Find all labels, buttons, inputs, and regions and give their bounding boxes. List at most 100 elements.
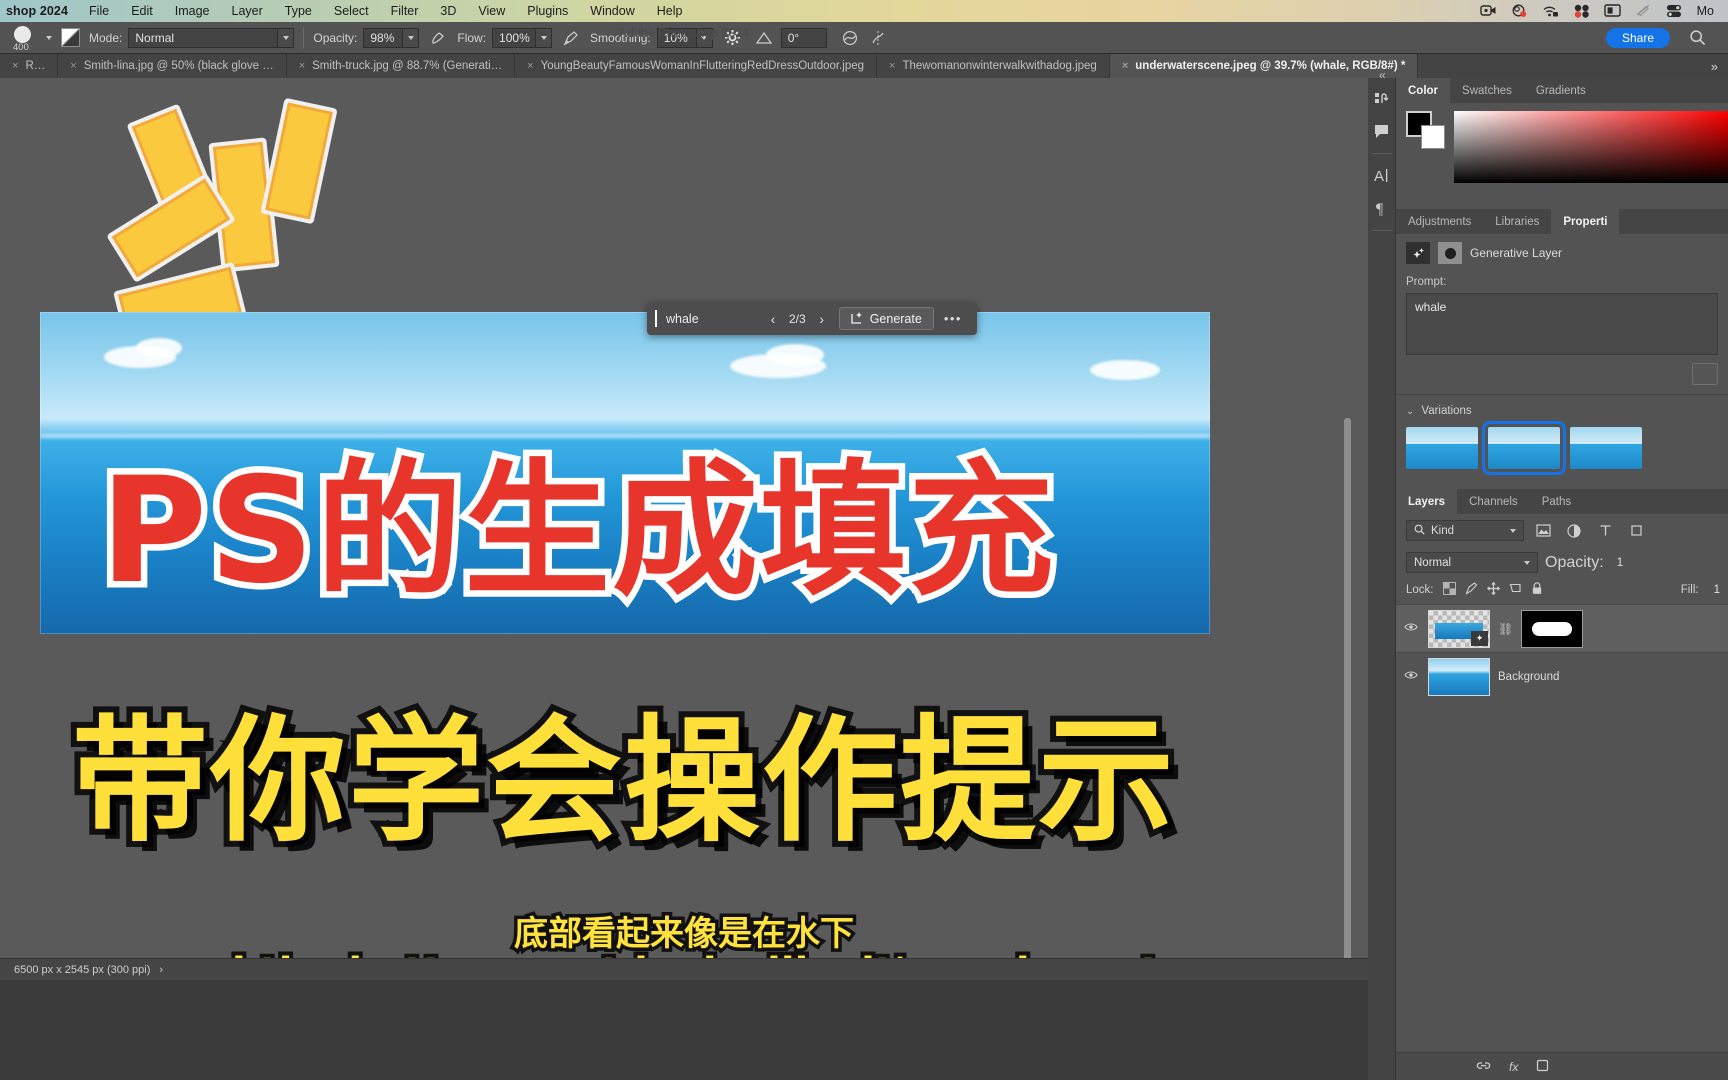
brush-preset-chevron-down-icon[interactable]: [46, 35, 52, 40]
tab-0[interactable]: × R…: [0, 54, 59, 78]
generative-prompt-input[interactable]: whale: [666, 312, 762, 326]
menu-plugins[interactable]: Plugins: [516, 4, 579, 18]
tab-adjustments[interactable]: Adjustments: [1396, 209, 1484, 234]
tab-close-icon[interactable]: ×: [527, 60, 533, 72]
layer-mask-thumbnail[interactable]: [1521, 609, 1584, 648]
layer-thumbnail[interactable]: [1428, 657, 1490, 696]
smoothing-value[interactable]: 10%: [656, 27, 697, 48]
chevron-down-icon[interactable]: [1524, 560, 1530, 565]
tab-gradients[interactable]: Gradients: [1523, 78, 1598, 103]
lock-image-icon[interactable]: [1464, 582, 1478, 598]
history-icon[interactable]: [1369, 84, 1395, 114]
menu-edit[interactable]: Edit: [120, 4, 164, 18]
tab-youngbeauty[interactable]: × YoungBeautyFamousWomanInFlutteringRedD…: [515, 54, 878, 78]
menu-view[interactable]: View: [467, 4, 516, 18]
smoothing-field[interactable]: 10%: [656, 27, 713, 48]
pencil-slash-icon[interactable]: [1635, 3, 1652, 19]
tablet-pressure-icon[interactable]: [560, 27, 582, 49]
more-options-button[interactable]: •••: [934, 311, 970, 326]
tab-close-icon[interactable]: ×: [889, 60, 895, 72]
menu-file[interactable]: File: [78, 4, 120, 18]
tab-close-icon[interactable]: ×: [299, 60, 305, 72]
variations-header[interactable]: ⌄ Variations: [1396, 395, 1728, 425]
wifi-lock-icon[interactable]: [1542, 4, 1559, 19]
brush-settings-icon[interactable]: [61, 28, 80, 47]
menu-window[interactable]: Window: [579, 4, 645, 18]
fill-value[interactable]: 1: [1714, 584, 1720, 596]
lock-all-icon[interactable]: [1531, 582, 1543, 598]
opacity-value[interactable]: 98%: [363, 27, 404, 48]
generate-more-button[interactable]: [1692, 363, 1718, 385]
menu-3d[interactable]: 3D: [429, 4, 467, 18]
brush-preset-icon[interactable]: 400: [0, 22, 46, 54]
lock-position-icon[interactable]: [1486, 582, 1500, 598]
layer-name[interactable]: Background: [1498, 671, 1559, 683]
tab-smith-truck[interactable]: × Smith-truck.jpg @ 88.7% (Generati…: [286, 54, 516, 78]
tab-close-icon[interactable]: ×: [12, 60, 18, 72]
layer-opacity-value[interactable]: 1: [1617, 557, 1623, 569]
menu-image[interactable]: Image: [164, 4, 221, 18]
opacity-chevron-down-icon[interactable]: [403, 27, 420, 48]
tab-overflow-button[interactable]: »: [1700, 54, 1728, 78]
tab-close-icon[interactable]: ×: [1122, 60, 1128, 72]
symmetry-icon[interactable]: [867, 27, 889, 49]
generate-button[interactable]: Generate: [838, 307, 934, 330]
share-button[interactable]: Share: [1605, 28, 1670, 48]
display-mirror-icon[interactable]: [1603, 3, 1621, 19]
search-icon[interactable]: [1689, 29, 1706, 49]
gear-icon[interactable]: [722, 27, 744, 49]
tab-layers[interactable]: Layers: [1396, 489, 1458, 514]
menu-filter[interactable]: Filter: [380, 4, 430, 18]
smoothing-chevron-down-icon[interactable]: [696, 27, 713, 48]
tab-underwaterscene[interactable]: × underwaterscene.jpeg @ 39.7% (whale, R…: [1109, 54, 1419, 78]
link-layers-icon[interactable]: [1476, 1059, 1491, 1075]
previous-variation-button[interactable]: ‹: [762, 311, 784, 327]
lock-artboard-icon[interactable]: [1509, 582, 1522, 598]
lock-transparency-icon[interactable]: [1442, 582, 1456, 598]
menu-select[interactable]: Select: [323, 4, 380, 18]
fx-icon[interactable]: fx: [1509, 1060, 1518, 1074]
app-menu-title[interactable]: shop 2024: [0, 4, 78, 18]
angle-value[interactable]: 0°: [780, 27, 827, 48]
status-expand-arrow[interactable]: ›: [159, 964, 163, 976]
adjustment-filter-icon[interactable]: [1562, 520, 1586, 541]
variation-thumbnail-2[interactable]: [1482, 421, 1566, 475]
airbrush-icon[interactable]: [427, 27, 449, 49]
menu-layer[interactable]: Layer: [221, 4, 274, 18]
comment-icon[interactable]: [1369, 116, 1395, 146]
flow-value[interactable]: 100%: [492, 27, 537, 48]
mode-chevron-down-icon[interactable]: [278, 27, 295, 48]
tab-smith-lina[interactable]: × Smith-lina.jpg @ 50% (black glove …: [58, 54, 287, 78]
layer-visibility-eye-icon[interactable]: [1402, 622, 1420, 635]
shape-filter-icon[interactable]: [1624, 520, 1648, 541]
flow-field[interactable]: 100%: [492, 27, 553, 48]
layer-visibility-eye-icon[interactable]: [1402, 670, 1420, 683]
variation-thumbnail-3[interactable]: [1570, 427, 1642, 469]
layer-kind-filter[interactable]: Kind: [1406, 520, 1524, 541]
mode-value[interactable]: Normal: [128, 27, 279, 48]
canvas-vertical-scrollbar[interactable]: [1344, 418, 1351, 958]
variation-thumbnail-1[interactable]: [1406, 427, 1478, 469]
new-layer-icon[interactable]: [1536, 1059, 1549, 1075]
angle-icon[interactable]: [753, 27, 775, 49]
control-center-icon[interactable]: [1573, 4, 1590, 19]
tab-close-icon[interactable]: ×: [70, 60, 76, 72]
smoothing-options-icon[interactable]: [839, 27, 861, 49]
opacity-field[interactable]: 98%: [363, 27, 420, 48]
flow-chevron-down-icon[interactable]: [536, 27, 553, 48]
layer-thumbnail[interactable]: ✦: [1428, 609, 1490, 648]
tab-properties[interactable]: Properti: [1551, 209, 1620, 234]
paragraph-icon[interactable]: ¶: [1369, 193, 1395, 223]
type-filter-icon[interactable]: [1593, 520, 1617, 541]
layer-row-generative[interactable]: ✦ ⛓: [1396, 604, 1728, 652]
character-icon[interactable]: A: [1369, 161, 1395, 191]
prompt-textarea[interactable]: whale: [1406, 293, 1718, 355]
camera-record-icon[interactable]: [1511, 4, 1528, 19]
tab-swatches[interactable]: Swatches: [1450, 78, 1524, 103]
image-filter-icon[interactable]: [1531, 520, 1555, 541]
tab-color[interactable]: Color: [1396, 78, 1451, 103]
chevron-down-icon[interactable]: [1510, 528, 1516, 533]
foreground-background-swatches[interactable]: [1406, 111, 1448, 151]
menu-help[interactable]: Help: [646, 4, 694, 18]
generative-fill-toolbar[interactable]: whale ‹ 2/3 › Generate •••: [647, 302, 977, 335]
